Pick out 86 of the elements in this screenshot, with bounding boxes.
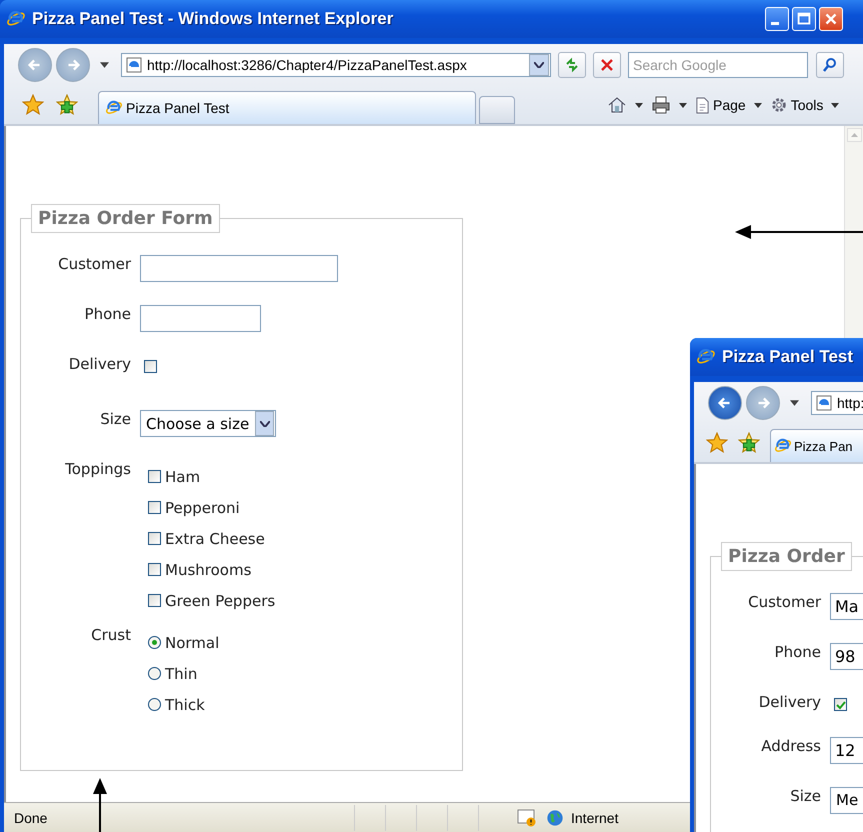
add-favorite-icon[interactable]: [738, 432, 760, 454]
option-label: Green Peppers: [165, 592, 276, 610]
add-favorite-icon[interactable]: [56, 94, 78, 116]
text-field[interactable]: [140, 255, 338, 282]
minimize-icon: [771, 22, 779, 24]
search-icon: [822, 57, 838, 73]
field-label: Phone: [774, 643, 821, 661]
form-legend: Pizza Order: [721, 542, 852, 571]
field-label: Customer: [57, 255, 131, 273]
field-label: Address: [760, 736, 821, 754]
globe-icon: [545, 808, 565, 826]
field-label: Delivery: [758, 693, 821, 711]
checkbox[interactable]: [148, 563, 161, 576]
option-label: Thick: [165, 696, 205, 714]
printer-icon: [651, 95, 671, 115]
checkbox[interactable]: [148, 501, 161, 514]
browser-tab[interactable]: Pizza Pan: [770, 429, 863, 462]
print-button[interactable]: [651, 95, 687, 115]
caret-icon: [679, 102, 687, 108]
caret-icon: [635, 102, 643, 108]
form-legend: Pizza Order Form: [31, 204, 220, 233]
caret-icon: [831, 102, 840, 108]
chevron-icon: [260, 420, 270, 426]
radio-button[interactable]: [148, 698, 161, 711]
address-dropdown-button[interactable]: [529, 54, 549, 76]
size-dropdown[interactable]: Choose a size: [140, 410, 276, 437]
caret-icon: [754, 102, 762, 108]
minimize-button[interactable]: [765, 7, 789, 31]
document-icon: [695, 96, 710, 114]
stop-button[interactable]: [593, 52, 621, 78]
field-label: Customer: [747, 593, 821, 611]
size-dropdown[interactable]: Me: [830, 786, 863, 814]
text-field[interactable]: [140, 305, 261, 332]
dropdown-icon[interactable]: [790, 400, 799, 406]
checkbox[interactable]: [148, 470, 161, 483]
home-button[interactable]: [607, 95, 643, 115]
radio-button[interactable]: [148, 636, 161, 649]
checkbox[interactable]: [148, 532, 161, 545]
radio-button[interactable]: [148, 667, 161, 680]
search-field[interactable]: Search Google: [628, 52, 808, 78]
refresh-button[interactable]: [558, 52, 586, 78]
close-icon: [599, 57, 615, 73]
address-field[interactable]: http://localhost:3286/Chapter4/PizzaPanelTest.aspx: [121, 53, 551, 77]
page-icon: [816, 395, 832, 411]
status-text: Done: [14, 810, 48, 826]
option-label: Thin: [165, 664, 198, 682]
text-field[interactable]: Ma: [830, 593, 863, 620]
star-icon[interactable]: [22, 94, 44, 116]
field-label: Delivery: [68, 355, 131, 373]
checkbox[interactable]: [144, 360, 157, 373]
address-field[interactable]: http:: [811, 391, 863, 415]
option-label: Mushrooms: [165, 560, 252, 578]
tools-menu[interactable]: Tools: [770, 96, 840, 114]
star-icon[interactable]: [706, 432, 728, 454]
field-label: Size: [99, 410, 131, 428]
field-label: Phone: [84, 305, 131, 323]
window-title: Pizza Panel Test: [722, 347, 854, 367]
browser-tab[interactable]: Pizza Panel Test: [98, 91, 476, 124]
option-label: Extra Cheese: [165, 530, 265, 548]
field-label: Crust: [90, 626, 131, 644]
refresh-icon: [564, 57, 580, 73]
annotation-arrow: [92, 778, 108, 832]
zone-label: Internet: [571, 810, 618, 826]
warning-icon[interactable]: [517, 808, 537, 826]
gear-icon: [770, 96, 788, 114]
page-icon: [126, 57, 142, 73]
checkbox[interactable]: [834, 698, 847, 711]
browser-logo-icon: [105, 99, 123, 117]
dropdown-icon[interactable]: [100, 62, 109, 68]
text-field[interactable]: 12: [830, 736, 863, 764]
option-label: Pepperoni: [165, 498, 240, 516]
text-field[interactable]: 98: [830, 643, 863, 670]
window-title: Pizza Panel Test - Windows Internet Explorer: [32, 9, 394, 29]
page-menu[interactable]: Page: [695, 96, 762, 114]
field-label: Toppings: [64, 460, 131, 478]
checkbox[interactable]: [148, 594, 161, 607]
maximize-button[interactable]: [792, 7, 816, 31]
home-icon: [607, 95, 627, 115]
option-label: Ham: [165, 468, 200, 486]
option-label: Normal: [165, 634, 220, 652]
close-button[interactable]: [819, 7, 843, 31]
search-button[interactable]: [816, 52, 844, 78]
browser-logo-icon: [774, 437, 792, 455]
chevron-icon: [534, 62, 544, 68]
field-label: Size: [789, 786, 821, 804]
back-button[interactable]: [708, 386, 742, 420]
